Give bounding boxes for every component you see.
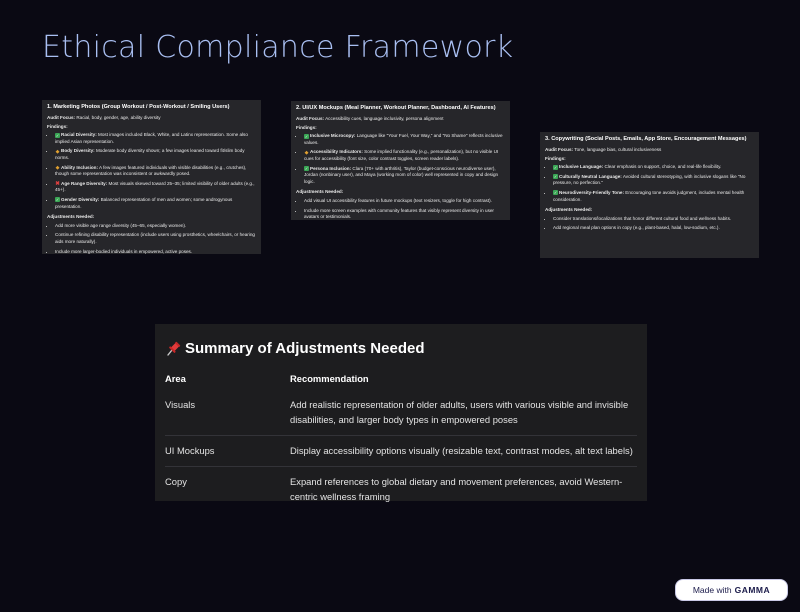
table-row: Visuals Add realistic representation of …	[165, 390, 637, 436]
adjustments-list: Consider translations/localizations that…	[545, 216, 754, 232]
finding-item: ✓Culturally Neutral Language: Avoided cu…	[553, 174, 754, 187]
summary-panel: Summary of Adjustments Needed Area Recom…	[155, 324, 647, 502]
finding-item: ◆Body Diversity: Moderate body diversity…	[55, 148, 256, 161]
finding-label: Inclusive Microcopy:	[310, 133, 356, 139]
adjustment-item: Include more larger-bodied individuals i…	[55, 249, 256, 255]
recommendation-cell: Expand references to global dietary and …	[290, 476, 623, 502]
adjustments-heading: Adjustments Needed:	[47, 214, 95, 220]
area-cell: Visuals	[165, 399, 196, 410]
findings-heading: Findings:	[47, 123, 68, 129]
summary-heading: Summary of Adjustments Needed	[165, 340, 637, 357]
adjustment-item: Add visual UI accessibility features in …	[304, 198, 505, 205]
table-header-row: Area Recommendation	[165, 367, 637, 390]
finding-item: ✓Inclusive Language: Clear emphasis on s…	[553, 164, 754, 171]
findings-list: ✓Racial Diversity: Most images included …	[47, 132, 256, 210]
findings-list: ✓Inclusive Language: Clear emphasis on s…	[545, 164, 754, 203]
adjustments-list: Add visual UI accessibility features in …	[296, 198, 505, 220]
checkmark-icon: ✓	[304, 166, 309, 172]
card-copywriting: 3. Copywriting (Social Posts, Emails, Ap…	[540, 132, 759, 258]
finding-item: ✓Neurodiversity-Friendly Tone: Encouragi…	[553, 190, 754, 203]
table-row: UI Mockups Display accessibility options…	[165, 436, 637, 467]
finding-label: Persona Inclusion:	[310, 165, 352, 171]
made-with-gamma-badge[interactable]: Made with GAMMA	[675, 579, 788, 601]
checkmark-icon: ✓	[553, 174, 558, 180]
finding-item: ✖Age Range Diversity: Most visuals skewe…	[55, 181, 256, 194]
pushpin-icon	[165, 341, 181, 357]
recommendation-cell: Display accessibility options visually (…	[290, 445, 633, 456]
finding-label: Age Range Diversity:	[61, 180, 108, 186]
finding-label: Accessibility Indicators:	[310, 149, 363, 155]
adjustment-item: Add more visible age range diversity (45…	[55, 223, 256, 230]
adjustment-item: Continue refining disability representat…	[55, 232, 256, 245]
finding-label: Gender Diversity:	[61, 196, 100, 202]
card-title: 2. UI/UX Mockups (Meal Planner, Workout …	[296, 105, 496, 111]
finding-item: ✓Inclusive Microcopy: Language like "You…	[304, 133, 505, 146]
badge-prefix: Made with	[692, 585, 732, 595]
adjustments-list: Add more visible age range diversity (45…	[47, 223, 256, 254]
finding-label: Ability Inclusion:	[61, 164, 99, 170]
findings-list: ✓Inclusive Microcopy: Language like "You…	[296, 133, 505, 185]
column-header-area: Area	[165, 373, 186, 384]
checkmark-icon: ✓	[304, 133, 309, 139]
finding-item: ✓Gender Diversity: Balanced representati…	[55, 197, 256, 210]
adjustment-item: Consider translations/localizations that…	[553, 216, 754, 223]
summary-title: Summary of Adjustments Needed	[185, 340, 425, 357]
summary-table: Area Recommendation Visuals Add realisti…	[165, 367, 637, 512]
finding-label: Racial Diversity:	[61, 132, 97, 138]
area-cell: UI Mockups	[165, 445, 215, 456]
area-cell: Copy	[165, 476, 187, 487]
checkmark-icon: ✓	[553, 190, 558, 196]
findings-heading: Findings:	[296, 124, 317, 130]
card-marketing-photos: 1. Marketing Photos (Group Workout / Pos…	[42, 100, 261, 254]
recommendation-cell: Add realistic representation of older ad…	[290, 399, 629, 425]
audit-focus: Audit Focus: Tone, language bias, cultur…	[545, 147, 662, 152]
finding-text: Clear emphasis on support, choice, and r…	[603, 164, 722, 170]
card-title: 3. Copywriting (Social Posts, Emails, Ap…	[545, 136, 747, 142]
finding-item: ◆Accessibility Indicators: Some implied …	[304, 149, 505, 162]
finding-label: Culturally Neutral Language:	[559, 173, 622, 179]
checkmark-icon: ✓	[55, 132, 60, 138]
page-title: Ethical Compliance Framework	[42, 30, 514, 65]
checkmark-icon: ✓	[553, 164, 558, 170]
finding-item: ✓Racial Diversity: Most images included …	[55, 132, 256, 145]
card-title: 1. Marketing Photos (Group Workout / Pos…	[47, 104, 230, 110]
card-ui-ux-mockups: 2. UI/UX Mockups (Meal Planner, Workout …	[291, 101, 510, 220]
finding-label: Body Diversity:	[61, 148, 95, 154]
audit-focus: Audit Focus: Racial, body, gender, age, …	[47, 115, 161, 120]
table-row: Copy Expand references to global dietary…	[165, 467, 637, 513]
finding-item: ◆Ability Inclusion: A few images feature…	[55, 165, 256, 178]
adjustment-item: Add regional meal plan options in copy (…	[553, 225, 754, 232]
finding-item: ✓Persona Inclusion: Clara (70+ with arth…	[304, 166, 505, 186]
checkmark-icon: ✓	[55, 197, 60, 203]
audit-focus: Audit Focus: Accessibility cues, languag…	[296, 116, 444, 121]
adjustments-heading: Adjustments Needed:	[296, 189, 344, 195]
column-header-recommendation: Recommendation	[290, 373, 369, 384]
adjustments-heading: Adjustments Needed:	[545, 207, 593, 213]
adjustment-item: Include more screen examples with commun…	[304, 208, 505, 220]
finding-label: Inclusive Language:	[559, 164, 604, 170]
finding-label: Neurodiversity-Friendly Tone:	[559, 189, 625, 195]
gamma-logo: GAMMA	[734, 585, 771, 595]
findings-heading: Findings:	[545, 155, 566, 161]
